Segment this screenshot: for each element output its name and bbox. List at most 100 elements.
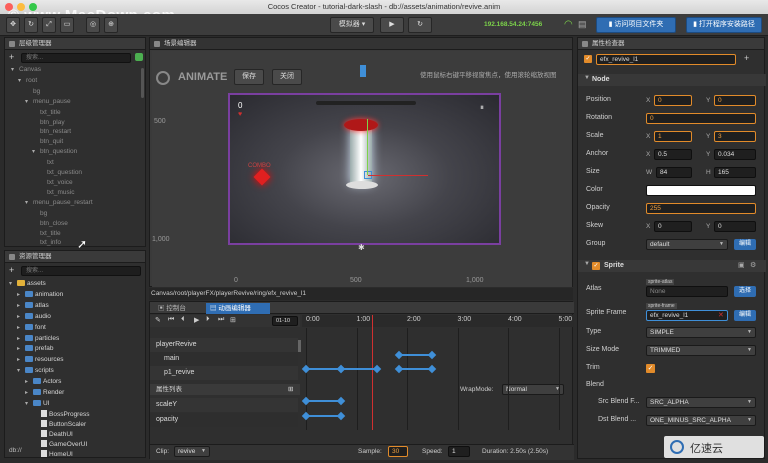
skew-y-input[interactable]: 0 <box>714 221 756 232</box>
hierarchy-search-input[interactable]: 搜索... <box>21 53 131 63</box>
tree-toggle-icon[interactable]: ▾ <box>18 77 26 87</box>
asset-item[interactable]: ▾ scripts <box>9 366 143 377</box>
chevron-right-icon[interactable]: ▸ <box>17 335 25 345</box>
gear-icon[interactable]: ⚙ <box>750 261 756 269</box>
anchor-x-input[interactable]: 0.5 <box>654 149 692 160</box>
atlas-input[interactable]: None <box>646 286 728 297</box>
scene-close-button[interactable]: 关闭 <box>272 69 302 85</box>
scale-y-input[interactable]: 3 <box>714 131 756 142</box>
asset-item[interactable]: DeathUI <box>9 429 143 440</box>
sprite-section-header[interactable]: ▼ ✓ Sprite ▣ ⚙ <box>578 260 766 272</box>
play-button[interactable]: ▶ <box>380 17 404 33</box>
sprite-frame-edit-button[interactable]: 编辑 <box>734 310 756 321</box>
add-node-icon[interactable]: + <box>9 52 14 62</box>
tab-animation-editor[interactable]: ▤ 动画编辑器 <box>206 303 270 314</box>
asset-item[interactable]: ▾ assets <box>9 279 143 290</box>
chevron-right-icon[interactable]: ▸ <box>17 324 25 334</box>
keyframe[interactable] <box>428 364 437 374</box>
clip-select[interactable]: revive <box>174 446 210 457</box>
keyframe[interactable] <box>337 396 346 406</box>
playhead[interactable] <box>371 315 373 430</box>
timeline-node-playerRevive[interactable]: playerRevive <box>150 338 298 352</box>
scale-tool-icon[interactable]: ⤢ <box>42 17 56 33</box>
local-toggle-icon[interactable]: ⊕ <box>104 17 118 33</box>
add-component-icon[interactable]: + <box>744 53 749 63</box>
skew-x-input[interactable]: 0 <box>654 221 692 232</box>
size-mode-select[interactable]: TRIMMED <box>646 345 756 356</box>
tree-toggle-icon[interactable]: ▾ <box>25 199 33 209</box>
asset-item[interactable]: ▸ Render <box>9 388 143 399</box>
filter-icon[interactable] <box>135 53 143 61</box>
asset-item[interactable]: ▸ font <box>9 323 143 334</box>
hierarchy-node[interactable]: txt_title <box>11 229 139 239</box>
asset-item[interactable]: ▸ animation <box>9 290 143 301</box>
asset-item[interactable]: ▾ UI <box>9 399 143 410</box>
open-install-path-button[interactable]: ▮ 打开程序安装路径 <box>686 17 762 33</box>
current-frame-input[interactable]: 01-10 <box>272 316 298 326</box>
timeline-node-main[interactable]: main <box>150 352 298 366</box>
play-anim-icon[interactable]: ▶ <box>194 316 199 324</box>
color-swatch[interactable] <box>646 185 756 196</box>
hierarchy-node[interactable]: txt <box>11 158 139 168</box>
asset-item[interactable]: ▸ particles <box>9 334 143 345</box>
keyframe[interactable] <box>301 411 311 421</box>
gizmo-y-axis[interactable] <box>367 119 368 175</box>
scene-save-button[interactable]: 保存 <box>234 69 264 85</box>
type-select[interactable]: SIMPLE <box>646 327 756 338</box>
dst-blend-select[interactable]: ONE_MINUS_SRC_ALPHA <box>646 415 756 426</box>
chevron-down-icon[interactable]: ▾ <box>9 280 17 290</box>
add-event-icon[interactable]: ⊞ <box>230 316 236 324</box>
last-frame-icon[interactable]: ⏭ <box>218 316 224 324</box>
tree-toggle-icon[interactable]: ▾ <box>11 66 19 76</box>
hierarchy-node[interactable]: btn_close <box>11 219 139 229</box>
chevron-right-icon[interactable]: ▸ <box>17 302 25 312</box>
tree-toggle-icon[interactable]: ▾ <box>25 98 33 108</box>
position-y-input[interactable]: 0 <box>714 95 756 106</box>
asset-item[interactable]: ▸ audio <box>9 312 143 323</box>
group-edit-button[interactable]: 编辑 <box>734 239 756 250</box>
asset-item[interactable]: ButtonScaler <box>9 419 143 430</box>
gizmo-x-axis[interactable] <box>368 175 428 176</box>
asset-item[interactable]: HomeUI <box>9 449 143 460</box>
hierarchy-node[interactable]: btn_play <box>11 118 139 128</box>
first-frame-icon[interactable]: ⏮ <box>168 316 174 324</box>
size-h-input[interactable]: 165 <box>714 167 756 178</box>
sprite-frame-input[interactable]: efx_revive_l1 <box>646 310 728 321</box>
keyframe[interactable] <box>395 350 404 360</box>
clear-icon[interactable]: ✕ <box>718 311 724 319</box>
hierarchy-scrollbar[interactable] <box>141 68 144 98</box>
hierarchy-node[interactable]: ▾ root <box>11 76 139 87</box>
timeline-node-p1_revive[interactable]: p1_revive <box>150 366 298 380</box>
asset-item[interactable]: ▸ atlas <box>9 301 143 312</box>
rect-tool-icon[interactable]: ▭ <box>60 17 74 33</box>
edit-icon[interactable]: ✎ <box>155 316 161 324</box>
trim-checkbox[interactable]: ✓ <box>646 364 655 373</box>
keyframe[interactable] <box>301 364 311 374</box>
asset-item[interactable]: GameOverUI <box>9 439 143 450</box>
node-list-scrollbar[interactable] <box>298 340 301 352</box>
game-canvas-frame[interactable]: 0 ♥ ⏸ COMBO <box>228 93 501 245</box>
position-x-input[interactable]: 0 <box>654 95 692 106</box>
chevron-right-icon[interactable]: ▸ <box>25 389 33 399</box>
keyframe[interactable] <box>395 364 404 374</box>
chevron-right-icon[interactable]: ▸ <box>25 378 33 388</box>
node-name-input[interactable]: efx_revive_l1 <box>596 54 736 65</box>
simulator-select[interactable]: 模拟器 ▾ <box>330 17 374 33</box>
scale-x-input[interactable]: 1 <box>654 131 692 142</box>
node-section-header[interactable]: ▼ Node <box>578 74 766 86</box>
prev-frame-icon[interactable]: ⏴ <box>181 316 185 324</box>
atlas-select-button[interactable]: 选择 <box>734 286 756 297</box>
chevron-down-icon[interactable]: ▾ <box>17 367 25 377</box>
pivot-toggle-icon[interactable]: ◎ <box>86 17 100 33</box>
chevron-down-icon[interactable]: ▾ <box>25 400 33 410</box>
preview-ip[interactable]: 192.168.54.24:7456 <box>484 21 542 28</box>
hierarchy-node[interactable]: txt_question <box>11 168 139 178</box>
hierarchy-node[interactable]: bg <box>11 209 139 219</box>
next-frame-icon[interactable]: ⏵ <box>206 316 210 324</box>
chevron-right-icon[interactable]: ▸ <box>17 356 25 366</box>
add-property-icon[interactable]: ⊞ <box>288 384 293 395</box>
hierarchy-node[interactable]: ▾ Canvas <box>11 65 139 76</box>
asset-item[interactable]: ▸ resources <box>9 355 143 366</box>
asset-item[interactable]: ▸ prefab <box>9 344 143 355</box>
timeline-prop-opacity[interactable]: opacity <box>150 413 298 427</box>
